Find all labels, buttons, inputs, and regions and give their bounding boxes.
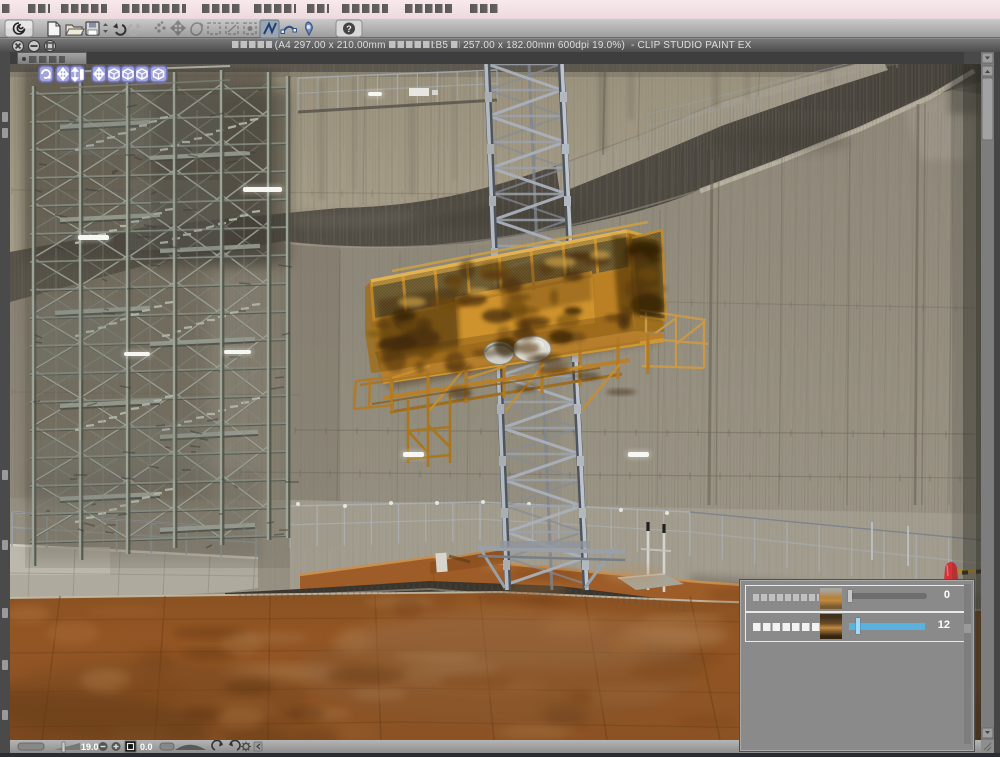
svg-text:19.0: 19.0 xyxy=(81,742,99,752)
svg-text:?: ? xyxy=(346,24,352,34)
svg-text:0.0: 0.0 xyxy=(140,742,153,752)
